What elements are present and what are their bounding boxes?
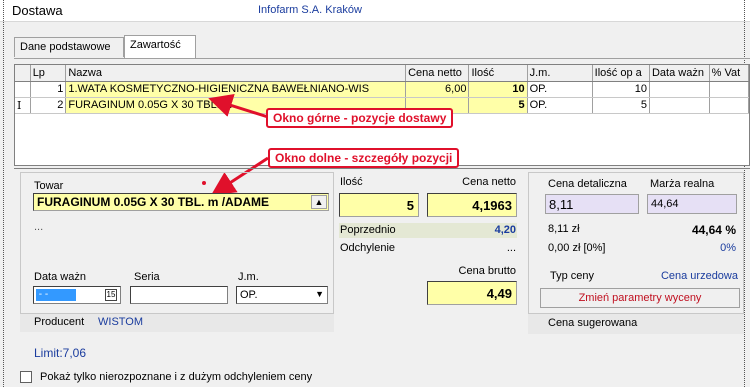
marza-value: 44,64 bbox=[651, 198, 679, 210]
producent-label: Producent bbox=[34, 316, 85, 328]
towar-dropdown-icon[interactable]: ▲ bbox=[311, 195, 327, 209]
limit-text: Limit:7,06 bbox=[34, 346, 87, 360]
cena-brutto-field[interactable]: 4,49 bbox=[427, 281, 517, 305]
towar-field[interactable]: FURAGINUM 0.05G X 30 TBL. m /ADAME ▲ bbox=[33, 193, 329, 211]
annotation-lower-window: Okno dolne - szczegóły pozycji bbox=[268, 148, 460, 168]
data-wazn-value: - - bbox=[36, 289, 76, 301]
ilosc-field[interactable]: 5 bbox=[339, 193, 419, 217]
chevron-down-icon[interactable]: ▼ bbox=[315, 289, 324, 299]
marza-label: Marża realna bbox=[650, 178, 715, 190]
cena-brutto-label: Cena brutto bbox=[458, 265, 516, 277]
data-wazn-field[interactable]: - - 15 bbox=[33, 286, 121, 304]
cena-netto-value: 4,1963 bbox=[472, 198, 512, 213]
filter-checkbox[interactable] bbox=[20, 371, 32, 383]
cena-sug-label: Cena sugerowana bbox=[548, 317, 638, 329]
panel-divider bbox=[14, 168, 750, 169]
seria-label: Seria bbox=[134, 271, 160, 283]
cena-brutto-value: 4,49 bbox=[486, 286, 512, 301]
producent-value: WISTOM bbox=[98, 316, 144, 328]
zl-value: 8,11 zł bbox=[548, 223, 580, 235]
arrow-upper bbox=[208, 93, 269, 119]
filter-checkbox-label[interactable]: Pokaż tylko nierozpoznane i z dużym odch… bbox=[40, 371, 312, 383]
odchylenie-label: Odchylenie bbox=[340, 242, 396, 254]
calendar-icon[interactable]: 15 bbox=[105, 289, 117, 301]
ilosc-label: Ilość bbox=[340, 176, 363, 188]
data-wazn-label: Data ważn bbox=[34, 271, 86, 283]
marza-pct: 44,64 % bbox=[691, 223, 736, 237]
towar-value: FURAGINUM 0.05G X 30 TBL. m /ADAME bbox=[37, 195, 270, 209]
cena-det-label: Cena detaliczna bbox=[548, 178, 627, 190]
zero-value: 0,00 zł [0%] bbox=[548, 242, 606, 254]
poprzednio-value: 4,20 bbox=[494, 224, 516, 236]
cena-netto-field[interactable]: 4,1963 bbox=[427, 193, 517, 217]
cena-det-value: 8,11 bbox=[549, 197, 574, 212]
cena-netto-label: Cena netto bbox=[462, 176, 516, 188]
towar-label: Towar bbox=[34, 180, 64, 192]
ilosc-value: 5 bbox=[406, 198, 414, 213]
typ-ceny-value: Cena urzedowa bbox=[660, 270, 738, 282]
zero-pct: 0% bbox=[720, 242, 736, 254]
seria-field[interactable] bbox=[130, 286, 228, 304]
typ-ceny-label: Typ ceny bbox=[550, 270, 595, 282]
jm-select[interactable]: OP. ▼ bbox=[236, 286, 328, 304]
zmien-parametry-button[interactable]: Zmień parametry wyceny bbox=[540, 288, 740, 308]
annotation-upper-window: Okno górne - pozycje dostawy bbox=[266, 108, 454, 128]
marza-field[interactable]: 44,64 bbox=[647, 194, 737, 214]
poprzednio-label: Poprzednio bbox=[340, 224, 396, 236]
cena-det-field[interactable]: 8,11 bbox=[545, 194, 639, 214]
jm-value: OP. bbox=[240, 289, 258, 301]
jm-label: J.m. bbox=[238, 271, 259, 283]
odchylenie-value: ... bbox=[506, 242, 516, 254]
towar-more: ... bbox=[34, 221, 44, 233]
